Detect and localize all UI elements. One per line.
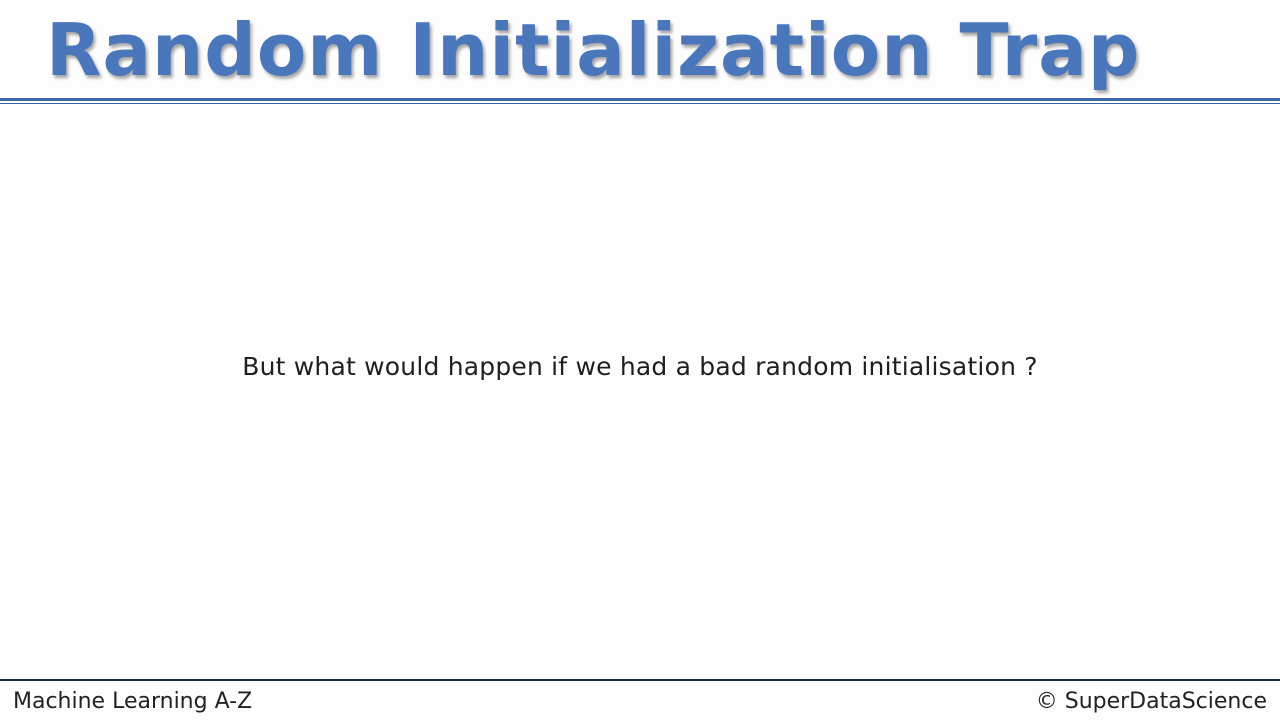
title-divider-thin — [0, 103, 1280, 104]
slide-title: Random Initialization Trap — [46, 8, 1141, 92]
title-divider — [0, 98, 1280, 101]
footer-divider — [0, 679, 1280, 681]
footer-course-name: Machine Learning A-Z — [13, 689, 253, 714]
slide-body-text: But what would happen if we had a bad ra… — [242, 352, 1038, 381]
slide: Random Initialization Trap But what woul… — [0, 0, 1280, 720]
footer-copyright: © SuperDataScience — [1035, 689, 1267, 714]
